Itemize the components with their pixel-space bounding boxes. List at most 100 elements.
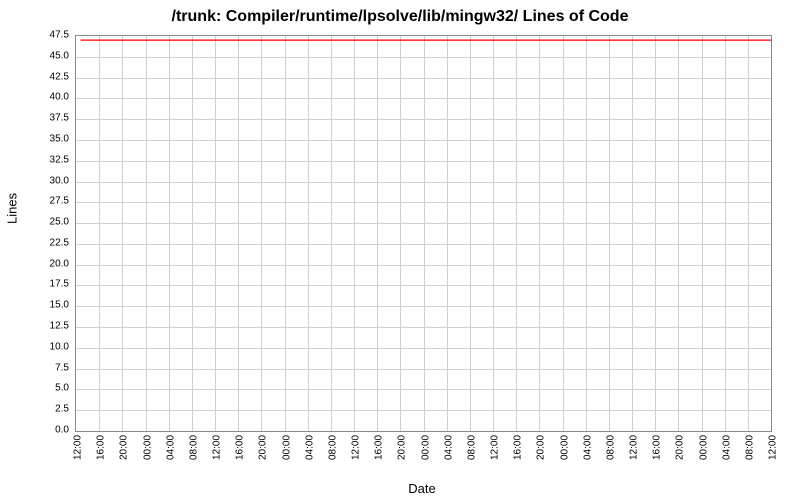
x-tick-label: 00:00 xyxy=(698,435,709,460)
x-tick-label: 08:00 xyxy=(744,435,755,460)
x-tick-label: 00:00 xyxy=(559,435,570,460)
x-tick-label: 20:00 xyxy=(536,435,547,460)
gridline-vertical xyxy=(563,36,564,431)
gridline-horizontal xyxy=(76,119,771,120)
gridline-vertical xyxy=(493,36,494,431)
x-tick-label: 04:00 xyxy=(304,435,315,460)
gridline-vertical xyxy=(655,36,656,431)
gridline-vertical xyxy=(122,36,123,431)
x-tick-label: 12:00 xyxy=(490,435,501,460)
x-tick-label: 00:00 xyxy=(142,435,153,460)
gridline-vertical xyxy=(308,36,309,431)
gridline-vertical xyxy=(424,36,425,431)
x-tick-label: 04:00 xyxy=(721,435,732,460)
x-tick-label: 20:00 xyxy=(119,435,130,460)
x-axis-label: Date xyxy=(408,481,435,496)
x-tick-label: 00:00 xyxy=(420,435,431,460)
gridline-vertical xyxy=(99,36,100,431)
x-tick-label: 20:00 xyxy=(397,435,408,460)
x-tick-label: 16:00 xyxy=(96,435,107,460)
x-tick-label: 12:00 xyxy=(351,435,362,460)
x-tick-label: 16:00 xyxy=(374,435,385,460)
gridline-horizontal xyxy=(76,369,771,370)
x-tick-label: 04:00 xyxy=(443,435,454,460)
gridline-horizontal xyxy=(76,182,771,183)
x-tick-label: 12:00 xyxy=(73,435,84,460)
x-tick-label: 08:00 xyxy=(327,435,338,460)
y-tick-label: 17.5 xyxy=(50,279,69,290)
gridline-horizontal xyxy=(76,348,771,349)
x-tick-label: 00:00 xyxy=(281,435,292,460)
y-tick-label: 12.5 xyxy=(50,321,69,332)
y-tick-label: 15.0 xyxy=(50,300,69,311)
y-tick-label: 35.0 xyxy=(50,133,69,144)
gridline-vertical xyxy=(586,36,587,431)
y-tick-label: 10.0 xyxy=(50,341,69,352)
gridline-vertical xyxy=(516,36,517,431)
gridline-vertical xyxy=(678,36,679,431)
gridline-horizontal xyxy=(76,223,771,224)
gridline-vertical xyxy=(331,36,332,431)
gridline-vertical xyxy=(539,36,540,431)
gridline-vertical xyxy=(702,36,703,431)
gridline-vertical xyxy=(725,36,726,431)
gridline-horizontal xyxy=(76,57,771,58)
gridline-horizontal xyxy=(76,140,771,141)
gridline-vertical xyxy=(238,36,239,431)
gridline-horizontal xyxy=(76,161,771,162)
x-tick-label: 16:00 xyxy=(235,435,246,460)
y-tick-label: 20.0 xyxy=(50,258,69,269)
gridline-vertical xyxy=(748,36,749,431)
gridline-vertical xyxy=(192,36,193,431)
gridline-vertical xyxy=(447,36,448,431)
gridline-vertical xyxy=(215,36,216,431)
y-axis: 0.02.55.07.510.012.515.017.520.022.525.0… xyxy=(0,35,72,430)
y-tick-label: 45.0 xyxy=(50,50,69,61)
y-tick-label: 0.0 xyxy=(55,425,69,436)
x-tick-label: 20:00 xyxy=(258,435,269,460)
gridline-vertical xyxy=(400,36,401,431)
gridline-horizontal xyxy=(76,98,771,99)
gridline-horizontal xyxy=(76,285,771,286)
y-tick-label: 2.5 xyxy=(55,404,69,415)
gridline-vertical xyxy=(632,36,633,431)
gridline-vertical xyxy=(354,36,355,431)
y-tick-label: 30.0 xyxy=(50,175,69,186)
y-tick-label: 25.0 xyxy=(50,217,69,228)
gridline-horizontal xyxy=(76,265,771,266)
gridline-horizontal xyxy=(76,389,771,390)
x-tick-label: 08:00 xyxy=(605,435,616,460)
gridline-horizontal xyxy=(76,202,771,203)
y-tick-label: 40.0 xyxy=(50,92,69,103)
x-tick-label: 16:00 xyxy=(513,435,524,460)
gridline-horizontal xyxy=(76,327,771,328)
x-tick-label: 20:00 xyxy=(675,435,686,460)
plot-area xyxy=(75,35,772,432)
y-tick-label: 7.5 xyxy=(55,362,69,373)
y-tick-label: 42.5 xyxy=(50,71,69,82)
y-tick-label: 5.0 xyxy=(55,383,69,394)
gridline-horizontal xyxy=(76,244,771,245)
x-tick-label: 12:00 xyxy=(212,435,223,460)
chart-container: /trunk: Compiler/runtime/lpsolve/lib/min… xyxy=(0,0,800,500)
x-tick-label: 12:00 xyxy=(629,435,640,460)
y-tick-label: 32.5 xyxy=(50,154,69,165)
x-tick-label: 04:00 xyxy=(165,435,176,460)
y-tick-label: 22.5 xyxy=(50,237,69,248)
gridline-vertical xyxy=(609,36,610,431)
x-tick-label: 08:00 xyxy=(188,435,199,460)
y-tick-label: 27.5 xyxy=(50,196,69,207)
y-tick-label: 47.5 xyxy=(50,30,69,41)
chart-title: /trunk: Compiler/runtime/lpsolve/lib/min… xyxy=(0,8,800,26)
gridline-vertical xyxy=(285,36,286,431)
gridline-horizontal xyxy=(76,306,771,307)
y-tick-label: 37.5 xyxy=(50,113,69,124)
x-tick-label: 16:00 xyxy=(652,435,663,460)
gridline-horizontal xyxy=(76,410,771,411)
gridline-vertical xyxy=(146,36,147,431)
gridline-vertical xyxy=(169,36,170,431)
gridline-vertical xyxy=(377,36,378,431)
gridline-horizontal xyxy=(76,78,771,79)
x-tick-label: 04:00 xyxy=(582,435,593,460)
x-axis: 12:00 16:00 20:00 00:00 04:00 08:00 12:00 16:00… xyxy=(75,430,770,480)
